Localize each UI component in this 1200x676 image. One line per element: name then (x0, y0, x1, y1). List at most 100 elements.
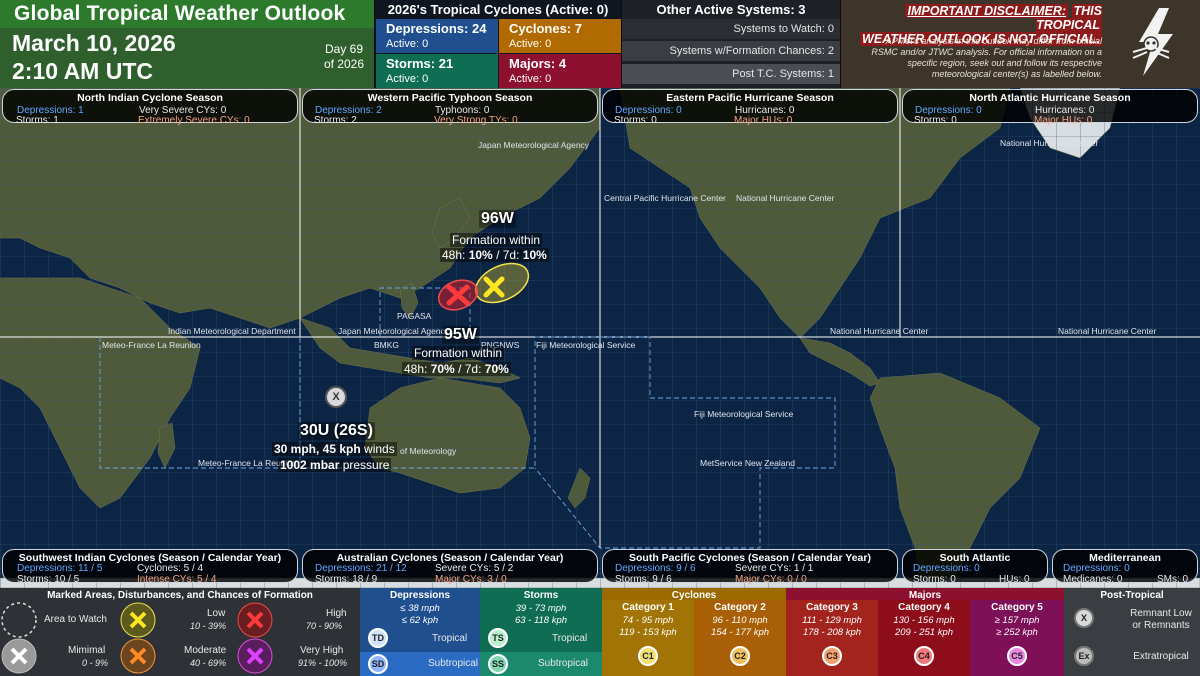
basin-title: Eastern Pacific Hurricane Season (666, 92, 834, 104)
legend-cat5-title: Category 5 (991, 602, 1043, 613)
summary-majors: Majors: 4 Active: 0 (499, 54, 621, 88)
chance-label: 48h: (442, 248, 469, 262)
legend-cat5-kph: ≥ 252 kph (996, 627, 1038, 638)
chance-7d: 10% (522, 248, 547, 262)
day-number: Day 69 (324, 42, 364, 56)
sd-badge-icon: SD (368, 654, 388, 674)
basin-stat: Depressions: 0 (913, 563, 980, 574)
agency-label: National Hurricane Center (1058, 326, 1157, 336)
system-95w-name[interactable]: 95W (442, 326, 479, 344)
legend-minimal: Mimimal (68, 645, 106, 656)
other-systems-title: Other Active Systems: 3 (656, 2, 806, 17)
legend-low: Low (207, 608, 226, 619)
summary-majors-active: Active: 0 (509, 73, 552, 85)
legend-cat4-kph: 209 - 251 kph (894, 627, 954, 638)
ts-badge-icon: TS (488, 628, 508, 648)
summary-cyclones: Cyclones: 7 Active: 0 (499, 19, 621, 53)
legend-remnant: Remnant Low (1130, 608, 1192, 619)
basin-stat: Severe CYs: 1 / 1 (735, 563, 814, 574)
summary-cyclones-count: Cyclones: 7 (509, 21, 582, 36)
systems-to-watch: Systems to Watch: 0 (622, 19, 840, 39)
legend-cat1-mph: 74 - 95 mph (622, 615, 674, 626)
summary-cyclones-active: Active: 0 (509, 38, 552, 50)
summary-depressions: Depressions: 24 Active: 0 (376, 19, 498, 53)
legend-cat4-title: Category 4 (898, 602, 950, 613)
basin-stat: Severe CYs: 5 / 2 (435, 563, 514, 574)
legend-high-range: 70 - 90% (306, 621, 343, 631)
basin-stat: Storms: 10 / 5 (17, 574, 80, 585)
basin-stat: Major HUs: 0 (1034, 115, 1093, 126)
agency-label: of Meteorology (400, 446, 457, 456)
system-30u-name[interactable]: 30U (26S) (298, 422, 375, 440)
basin-stat: Very Strong TYs: 0 (434, 115, 518, 126)
legend-moderate-range: 40 - 69% (190, 658, 227, 668)
basin-stat: Cyclones: 5 / 4 (137, 563, 204, 574)
legend-storm-title: Storms (523, 590, 559, 601)
basin-stat: Storms: 2 (314, 115, 357, 126)
agency-label: National Hurricane Center (830, 326, 929, 336)
legend-pt-title: Post-Tropical (1100, 590, 1164, 601)
agency-label: Indian Meteorological Department (168, 326, 296, 336)
agency-label: BMKG (374, 340, 400, 350)
system-30u-pressure-value: 1002 mbar (280, 458, 340, 472)
basin-stat: Depressions: 21 / 12 (315, 563, 407, 574)
legend-subtropical: Subtropical (428, 658, 479, 669)
summary-storms-count: Storms: 21 (386, 56, 454, 71)
basin-title: North Atlantic Hurricane Season (969, 92, 1131, 104)
legend-cat4: Category 4 130 - 156 mph 209 - 251 kph C… (878, 600, 970, 676)
legend-cat1-kph: 119 - 153 kph (619, 627, 677, 638)
legend-cat3-kph: 178 - 208 kph (802, 627, 862, 638)
basin-stat: Intense CYs: 5 / 4 (137, 574, 217, 585)
legend-watch: Area to Watch (44, 614, 107, 625)
chance-label: / 7d: (454, 362, 485, 376)
basin-mediterranean: Mediterranean Depressions: 0 Medicanes: 0S… (1052, 549, 1198, 585)
system-95w-chances: 48h: 70% / 7d: 70% (402, 362, 511, 376)
legend-cat2: Category 2 96 - 110 mph 154 - 177 kph C2 (694, 600, 786, 676)
legend-dep-title: Depressions (389, 590, 451, 601)
legend-dep-subtropical: SD Subtropical (360, 652, 480, 676)
legend-cat3-title: Category 3 (806, 602, 858, 613)
chance-7d: 70% (484, 362, 509, 376)
remnant-marker-icon[interactable]: X (325, 386, 347, 408)
summary-depressions-count: Depressions: 24 (386, 21, 487, 36)
system-30u-wind-value: 30 mph, 45 kph (274, 442, 361, 456)
systems-formation-chances: Systems w/Formation Chances: 2 (622, 41, 840, 61)
basin-australian: Australian Cyclones (Season / Calendar Y… (302, 549, 598, 585)
disclaimer-heading: IMPORTANT DISCLAIMER: (905, 4, 1069, 18)
legend-cat2-title: Category 2 (714, 602, 766, 613)
legend-cat3-mph: 111 - 129 mph (802, 615, 862, 626)
agency-label: Fiji Meteorological Service (536, 340, 636, 350)
c3-badge-icon: C3 (822, 646, 842, 666)
basin-stat: Depressions: 11 / 5 (17, 563, 103, 574)
system-30u-wind-label: winds (360, 442, 395, 456)
summary-majors-count: Majors: 4 (509, 56, 567, 71)
basin-stat: Depressions: 0 (1063, 563, 1130, 574)
world-map-graphic (0, 88, 1200, 588)
post-tc-systems: Post T.C. Systems: 1 (622, 64, 840, 84)
system-95w-formation: Formation within (412, 346, 505, 360)
legend-extratropical: Extratropical (1133, 651, 1189, 662)
c4-badge-icon: C4 (914, 646, 934, 666)
summary-storms: Storms: 21 Active: 0 (376, 54, 498, 88)
legend-veryhigh: Very High (300, 645, 344, 656)
page-title: Global Tropical Weather Outlook (14, 2, 346, 25)
formation-areas[interactable] (430, 255, 540, 315)
remnant-badge-icon: X (1074, 608, 1094, 628)
basin-stat: Storms: 0 (914, 115, 957, 126)
legend-veryhigh-range: 91% - 100% (298, 658, 348, 668)
basin-title: Western Pacific Typhoon Season (367, 92, 533, 104)
day-year: of 2026 (323, 57, 365, 71)
basin-stat: Major CYs: 0 / 0 (735, 574, 807, 585)
basin-stat: Storms: 0 (614, 115, 657, 126)
basin-south-atlantic: South Atlantic Depressions: 0 Storms: 0 HUs… (902, 549, 1048, 585)
chance-label: / 7d: (492, 248, 523, 262)
system-96w-name[interactable]: 96W (479, 210, 516, 228)
basin-southwest-indian: Southwest Indian Cyclones (Season / Cale… (2, 549, 298, 585)
chance-48h: 10% (468, 248, 493, 262)
c1-badge-icon: C1 (638, 646, 658, 666)
outlook-time: 2:10 AM UTC (12, 58, 153, 84)
basin-stat: Major HUs: 0 (734, 115, 793, 126)
legend-marked-areas: Marked Areas, Disturbances, and Chances … (0, 588, 360, 676)
legend-tropical: Tropical (432, 633, 468, 644)
agency-label: Japan Meteorological Agency (338, 326, 450, 336)
